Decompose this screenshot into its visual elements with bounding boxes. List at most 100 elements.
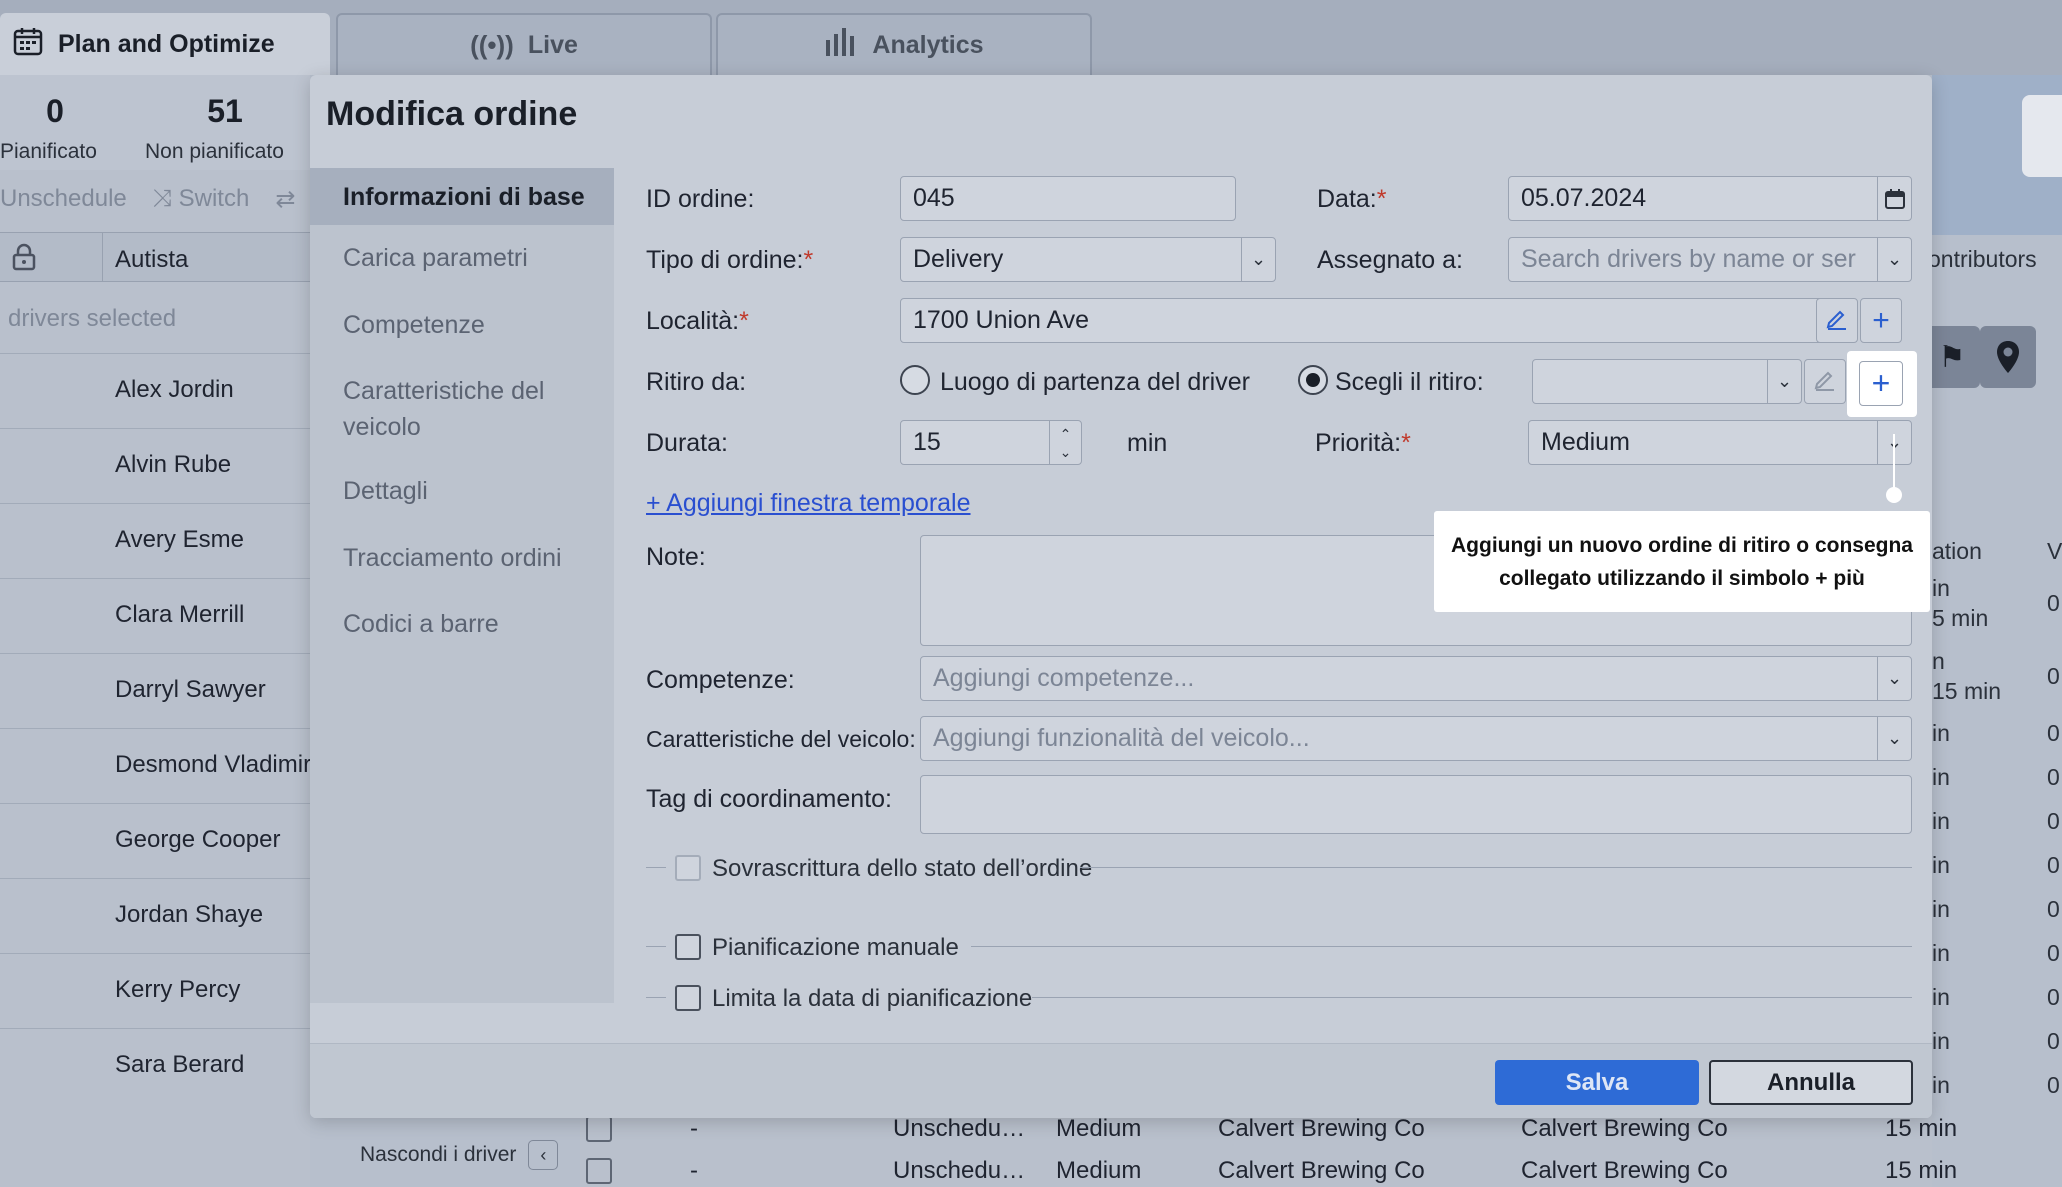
tooltip-line-2: collegato utilizzando il simbolo + più — [1499, 566, 1865, 590]
chevron-left-icon[interactable]: ‹ — [528, 1140, 559, 1170]
coordination-tag-input[interactable] — [920, 775, 1912, 834]
required-marker: * — [1376, 185, 1387, 213]
duration-stepper[interactable]: ⌃ ⌄ — [1049, 421, 1081, 464]
add-location-button[interactable]: + — [1860, 298, 1902, 343]
divider-line — [1032, 997, 1912, 998]
flag-icon[interactable]: ⚑ — [1924, 326, 1980, 388]
limit-planning-date-checkbox[interactable] — [675, 985, 701, 1011]
chevron-down-icon[interactable]: ⌄ — [1877, 717, 1911, 760]
chevron-down-icon[interactable]: ⌄ — [1767, 360, 1801, 403]
tab-label: Live — [527, 30, 578, 59]
chevron-down-icon[interactable]: ⌄ — [1877, 238, 1911, 281]
location-input[interactable] — [900, 298, 1824, 343]
row-checkbox[interactable] — [586, 1158, 612, 1184]
date-label-text: Data: — [1317, 185, 1377, 213]
nav-item-order-tracking[interactable]: Tracciamento ordini — [310, 540, 614, 576]
tooltip-connector — [1893, 434, 1895, 494]
override-status-checkbox[interactable] — [675, 855, 701, 881]
edit-location-button[interactable] — [1816, 298, 1858, 343]
priority-value: Medium — [1541, 428, 1630, 456]
driver-row[interactable]: George Cooper — [0, 803, 310, 878]
chevron-down-icon[interactable]: ⌄ — [1060, 443, 1072, 461]
broadcast-icon: ((•)) — [470, 29, 514, 60]
skills-select[interactable]: Aggiungi competenze... ⌄ — [920, 656, 1912, 701]
map-pin-icon[interactable] — [1980, 326, 2036, 388]
lock-icon[interactable] — [12, 243, 36, 278]
cell-duration: 15 min — [1885, 1157, 1958, 1184]
switch-button[interactable]: ⤨ Switch — [153, 185, 250, 214]
cell-duration: 15 min — [1885, 1115, 1958, 1142]
pickup-select[interactable]: ⌄ — [1532, 359, 1802, 404]
tab-label: Plan and Optimize — [58, 29, 275, 58]
stat-unplanned: 51 Non pianificato — [145, 93, 305, 163]
column-header-driver[interactable]: Autista — [115, 246, 188, 274]
limit-planning-date-row: Limita la data di pianificazione — [646, 983, 1912, 1013]
divider-line — [646, 867, 666, 868]
nav-item-basic-info[interactable]: Informazioni di base — [310, 168, 614, 225]
calendar-icon[interactable] — [1877, 177, 1911, 220]
driver-row[interactable]: Alex Jordin — [0, 353, 310, 428]
vehicle-features-select[interactable]: Aggiungi funzionalità del veicolo... ⌄ — [920, 716, 1912, 761]
right-row-a: in — [1932, 764, 1950, 790]
driver-row[interactable]: Desmond Vladimir — [0, 728, 311, 803]
order-type-label: Tipo di ordine:* — [646, 246, 813, 275]
save-button[interactable]: Salva — [1495, 1060, 1699, 1105]
chevron-up-icon[interactable]: ⌃ — [1060, 425, 1072, 443]
add-time-window-link[interactable]: + Aggiungi finestra temporale — [646, 489, 971, 518]
required-marker: * — [739, 307, 749, 335]
cell-status: Unschedu… — [893, 1157, 1026, 1184]
pencil-icon — [1813, 365, 1837, 399]
tab-live[interactable]: ((•)) Live — [336, 13, 712, 75]
row-checkbox[interactable] — [586, 1116, 612, 1142]
right-row-a: in — [1932, 1028, 1950, 1054]
chevron-down-icon[interactable]: ⌄ — [1877, 657, 1911, 700]
add-pickup-button[interactable]: + — [1859, 361, 1903, 406]
order-id-input[interactable] — [900, 176, 1236, 221]
nav-item-skills[interactable]: Competenze — [310, 307, 614, 343]
order-type-select[interactable]: Delivery ⌄ — [900, 237, 1276, 282]
radio-driver-start[interactable] — [900, 365, 930, 395]
nav-item-details[interactable]: Dettagli — [310, 473, 614, 509]
edit-pickup-button[interactable] — [1804, 359, 1846, 404]
nav-item-load-params[interactable]: Carica parametri — [310, 240, 614, 276]
radio-choose-pickup-label: Scegli il ritiro: — [1335, 368, 1484, 396]
driver-row[interactable]: Kerry Percy — [0, 953, 310, 1028]
driver-row[interactable]: Clara Merrill — [0, 578, 310, 653]
tab-plan-and-optimize[interactable]: Plan and Optimize — [0, 13, 330, 75]
stat-value: 51 — [207, 93, 243, 129]
right-row-a: in — [1932, 575, 1950, 601]
manual-planning-checkbox[interactable] — [675, 934, 701, 960]
layers-card[interactable] — [2022, 95, 2062, 177]
driver-row[interactable]: Darryl Sawyer — [0, 653, 310, 728]
manual-planning-row: Pianificazione manuale — [646, 932, 1912, 962]
hide-drivers-toggle[interactable]: Nascondi i driver ‹ — [360, 1140, 559, 1170]
nav-item-barcodes[interactable]: Codici a barre — [310, 606, 614, 642]
right-row-a: n — [1932, 648, 1945, 674]
location-label-text: Località: — [646, 307, 740, 335]
skills-label: Competenze: — [646, 666, 795, 694]
driver-row[interactable]: Jordan Shaye — [0, 878, 310, 953]
assigned-to-select[interactable]: Search drivers by name or ser ⌄ — [1508, 237, 1912, 282]
driver-name: Alex Jordin — [115, 376, 234, 403]
stat-label: Pianificato — [0, 140, 97, 163]
nav-item-vehicle-features[interactable]: Caratteristiche del veicolo — [310, 373, 560, 445]
chevron-down-icon[interactable]: ⌄ — [1241, 238, 1275, 281]
hide-drivers-label: Nascondi i driver — [360, 1143, 517, 1166]
vehicle-features-label: Caratteristiche del veicolo: — [646, 726, 916, 752]
tab-analytics[interactable]: Analytics — [716, 13, 1092, 75]
cell-status: Unschedu… — [893, 1115, 1026, 1142]
radio-choose-pickup[interactable] — [1298, 365, 1328, 395]
unschedule-button[interactable]: Unschedule — [0, 185, 127, 214]
tooltip-text: Aggiungi un nuovo ordine di ritiro o con… — [1451, 529, 1913, 595]
date-input[interactable]: 05.07.2024 — [1508, 176, 1912, 221]
duration-input[interactable]: 15 ⌃ ⌄ — [900, 420, 1082, 465]
driver-row[interactable]: Sara Berard — [0, 1028, 310, 1103]
driver-row[interactable]: Avery Esme — [0, 503, 310, 578]
col-header-duration: ation — [1932, 538, 1982, 564]
cancel-button[interactable]: Annulla — [1709, 1060, 1913, 1105]
right-row-a: in — [1932, 984, 1950, 1010]
driver-row[interactable]: Alvin Rube — [0, 428, 310, 503]
priority-select[interactable]: Medium ⌄ — [1528, 420, 1912, 465]
table-row[interactable]: - Unschedu… Medium Calvert Brewing Co Ca… — [580, 1152, 1957, 1187]
swap-icon[interactable]: ⇄ — [275, 185, 295, 214]
